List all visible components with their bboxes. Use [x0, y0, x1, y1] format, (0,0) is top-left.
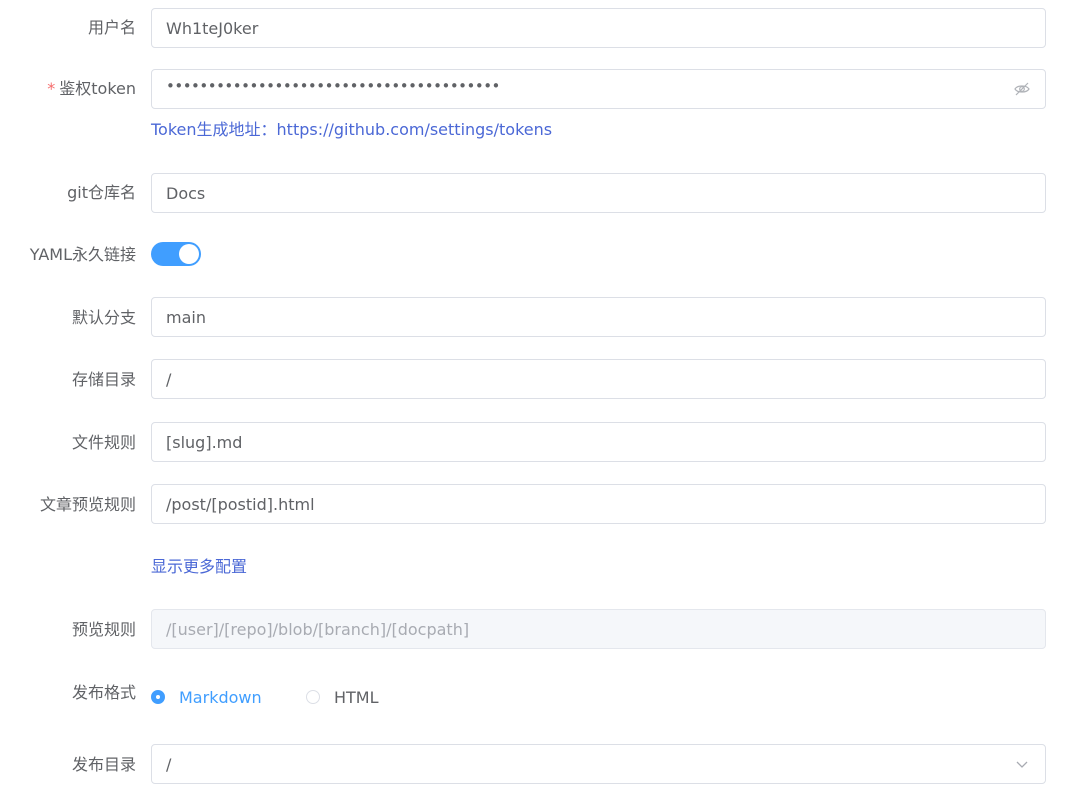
preview-rule-placeholder: /[user]/[repo]/blob/[branch]/[docpath]	[166, 619, 470, 639]
repo-label: git仓库名	[67, 183, 136, 202]
branch-field[interactable]: main	[151, 297, 1046, 337]
token-value: ••••••••••••••••••••••••••••••••••••••••	[166, 78, 500, 94]
file-rule-label: 文件规则	[71, 433, 136, 452]
show-more-link[interactable]: 显示更多配置	[151, 556, 247, 578]
preview-rule-field: /[user]/[repo]/blob/[branch]/[docpath]	[151, 609, 1046, 649]
username-value: Wh1teJ0ker	[166, 18, 259, 38]
token-field[interactable]: ••••••••••••••••••••••••••••••••••••••••	[151, 69, 1046, 109]
publish-format-label: 发布格式	[71, 683, 136, 702]
username-field[interactable]: Wh1teJ0ker	[151, 8, 1046, 48]
file-rule-field[interactable]: [slug].md	[151, 422, 1046, 462]
radio-markdown[interactable]: Markdown	[151, 686, 262, 708]
repo-value: Docs	[166, 183, 206, 203]
post-preview-rule-label: 文章预览规则	[39, 495, 136, 514]
yaml-label: YAML永久链接	[29, 245, 136, 264]
radio-html[interactable]: HTML	[306, 686, 379, 708]
branch-value: main	[166, 307, 206, 327]
radio-markdown-label: Markdown	[179, 687, 262, 707]
radio-html-label: HTML	[334, 687, 379, 707]
publish-dir-select[interactable]: /	[151, 744, 1046, 784]
preview-rule-label: 预览规则	[71, 620, 136, 639]
token-help-link[interactable]: Token生成地址：https://github.com/settings/to…	[151, 119, 552, 141]
publish-dir-value: /	[166, 754, 172, 774]
toggle-knob	[179, 244, 199, 264]
radio-circle-unchecked	[306, 690, 320, 704]
storage-dir-value: /	[166, 369, 172, 389]
post-preview-rule-field[interactable]: /post/[postid].html	[151, 484, 1046, 524]
token-label: * 鉴权token	[47, 78, 136, 100]
publish-dir-label: 发布目录	[71, 755, 136, 774]
chevron-down-icon[interactable]	[1013, 755, 1031, 773]
branch-label: 默认分支	[71, 308, 136, 327]
eye-off-icon[interactable]	[1013, 80, 1031, 98]
storage-dir-field[interactable]: /	[151, 359, 1046, 399]
token-label-text: 鉴权token	[59, 79, 136, 98]
required-mark: *	[47, 79, 56, 98]
repo-field[interactable]: Docs	[151, 173, 1046, 213]
username-label: 用户名	[87, 18, 136, 37]
storage-dir-label: 存储目录	[71, 370, 136, 389]
file-rule-value: [slug].md	[166, 432, 243, 452]
radio-circle-checked	[151, 690, 165, 704]
yaml-toggle[interactable]	[151, 242, 201, 266]
post-preview-rule-value: /post/[postid].html	[166, 494, 315, 514]
